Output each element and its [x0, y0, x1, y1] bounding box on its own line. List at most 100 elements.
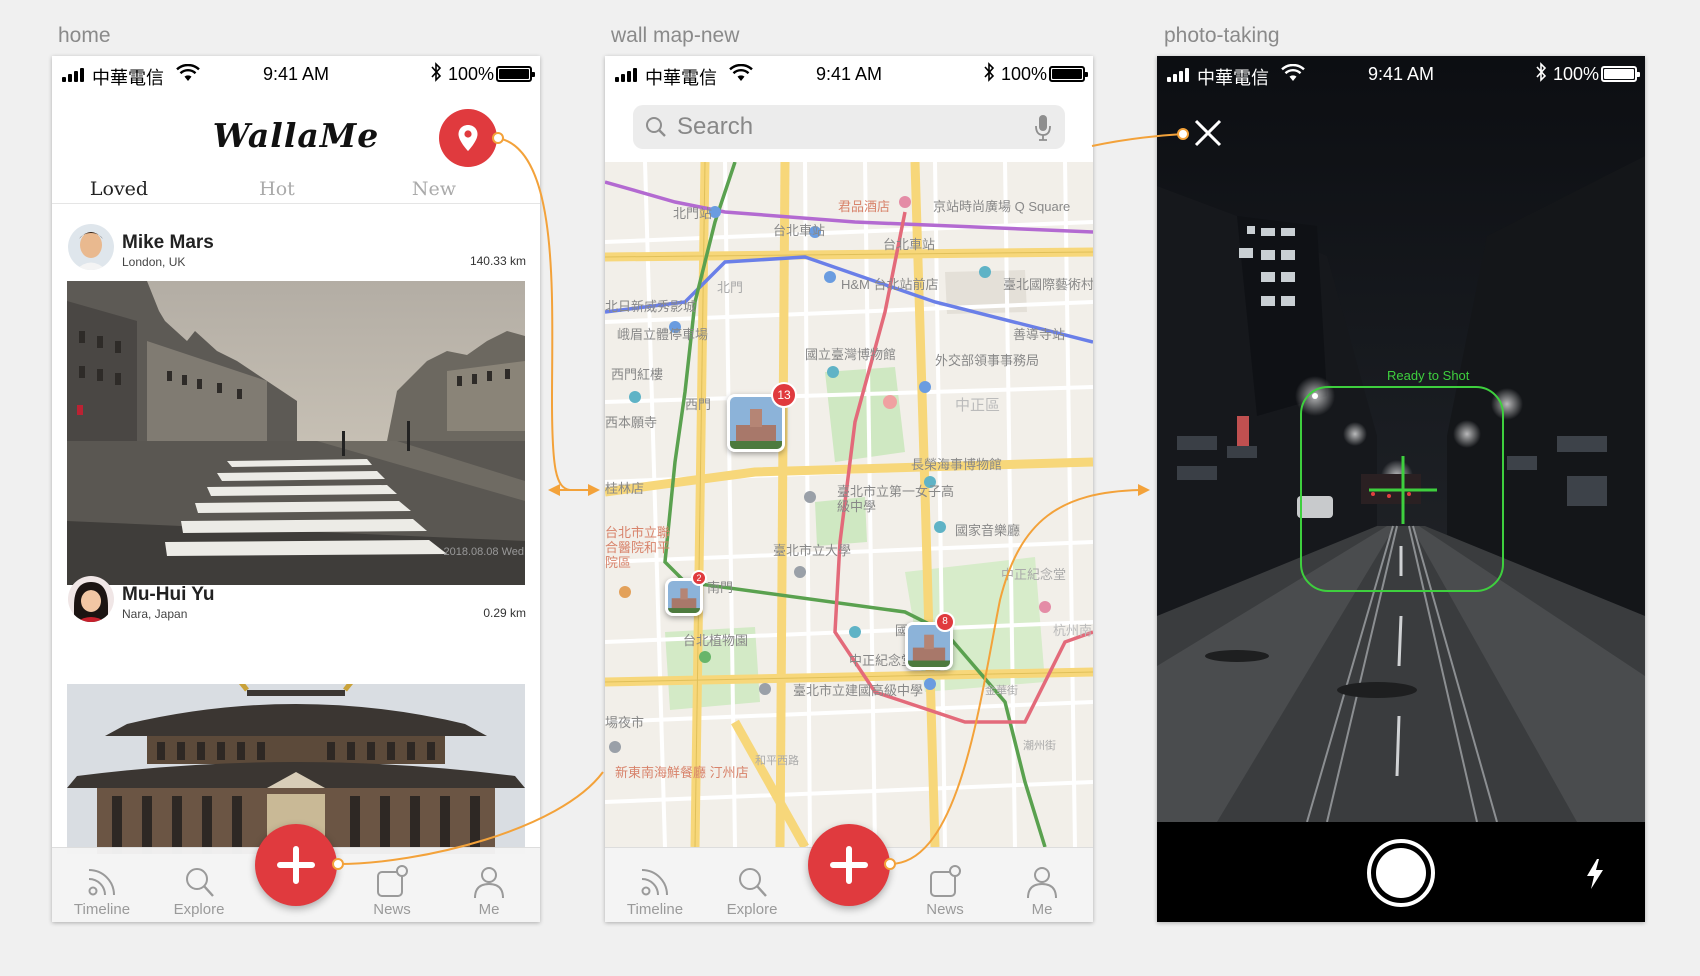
post-date: 2018.08.08 Wed	[443, 546, 524, 558]
map-label: 臺北國際藝術村	[1003, 277, 1093, 292]
map-label: 長榮海事博物館	[911, 457, 1003, 472]
map-label: 臺北市立建國高級中學	[793, 683, 924, 698]
user-location: London, UK	[122, 255, 186, 269]
tab-timeline[interactable]: Timeline	[615, 865, 695, 918]
tab-label: News	[373, 901, 411, 918]
artboard-label-home: home	[58, 24, 111, 47]
tab-news[interactable]: News	[352, 865, 432, 918]
tab-label: Me	[1031, 901, 1053, 918]
shutter-button[interactable]	[1367, 839, 1435, 907]
crosshair-icon	[1369, 456, 1437, 524]
tab-explore[interactable]: Explore	[159, 865, 239, 918]
map-label: 台北植物園	[683, 633, 749, 648]
tab-label: Timeline	[626, 901, 684, 918]
timeline-icon	[641, 869, 668, 896]
map-label: 臺北市立大學	[773, 543, 852, 558]
map-label: 國立臺灣博物館	[805, 347, 897, 362]
map-label: 桂林店	[605, 481, 645, 496]
map-label: 杭州南路	[1053, 623, 1093, 638]
search-icon	[646, 117, 666, 137]
wall-map-screen: 中華電信 9:41 AM 100% Search 北門站 君品酒店 京站時尚廣場…	[605, 56, 1093, 922]
map-label: 峨眉立體停車場	[617, 327, 709, 342]
map-label: 場夜市	[605, 715, 645, 730]
tab-new[interactable]: New	[354, 178, 514, 200]
feed-tabs: Loved Hot New	[52, 172, 540, 204]
map-label: 中正區	[955, 397, 1001, 414]
map-label: H&M 台北站前店	[841, 277, 939, 292]
bluetooth-icon	[1536, 62, 1547, 82]
tab-me[interactable]: Me	[1002, 865, 1082, 918]
timeline-icon	[88, 869, 115, 896]
flash-icon[interactable]	[1585, 858, 1605, 890]
cluster-count-badge: 8	[935, 612, 955, 632]
bluetooth-icon	[431, 62, 442, 82]
post-photo-paris[interactable]	[67, 281, 525, 585]
home-screen: 中華電信 9:41 AM 100% WallaMe Loved Hot New …	[52, 56, 540, 922]
user-name[interactable]: Mu-Hui Yu	[122, 584, 215, 606]
avatar[interactable]	[68, 576, 114, 622]
microphone-icon[interactable]	[1035, 114, 1051, 142]
post-header[interactable]: Mu-Hui Yu Nara, Japan 0.29 km	[68, 576, 526, 628]
map-view[interactable]: 北門站 君品酒店 京站時尚廣場 Q Square 台北車站 台北車站 H&M 台…	[605, 162, 1093, 847]
person-icon	[1027, 867, 1057, 899]
user-name[interactable]: Mike Mars	[122, 232, 214, 254]
search-bar	[633, 105, 1065, 149]
map-label: 潮州街	[1023, 740, 1056, 752]
search-icon	[186, 868, 214, 897]
shutter-icon	[1376, 848, 1426, 898]
distance-label: 140.33 km	[469, 254, 526, 268]
map-label: 外交部領事事務局	[935, 353, 1040, 368]
battery-icon	[496, 66, 535, 82]
tab-label: Explore	[173, 901, 225, 918]
tab-loved[interactable]: Loved	[52, 178, 199, 200]
search-icon	[739, 868, 767, 897]
tab-timeline[interactable]: Timeline	[62, 865, 142, 918]
bluetooth-icon	[984, 62, 995, 82]
add-post-button[interactable]	[255, 824, 337, 906]
battery-icon	[1601, 66, 1640, 82]
search-input[interactable]	[677, 112, 997, 142]
focus-status-label: Ready to Shot	[1387, 368, 1470, 383]
battery-icon	[1049, 66, 1088, 82]
map-label: 西門紅樓	[611, 367, 664, 382]
location-pin-icon	[458, 125, 478, 151]
map-label: 新東南海鮮餐廳 汀州店	[615, 765, 749, 780]
tab-label: News	[926, 901, 964, 918]
map-label: 北門	[717, 280, 744, 295]
artboard-label-wallmap: wall map-new	[611, 24, 740, 47]
map-button[interactable]	[439, 109, 497, 167]
person-icon	[474, 867, 504, 899]
map-label: 西門	[685, 397, 712, 412]
map-label: 北日新威秀影城	[605, 299, 697, 314]
cluster-count-badge: 2	[691, 570, 707, 586]
map-label: 國家音樂廳	[955, 523, 1021, 538]
map-label: 台北市立聯合醫院和平院區	[605, 525, 671, 570]
tab-label: Explore	[726, 901, 778, 918]
post-header[interactable]: Mike Mars London, UK 140.33 km	[68, 224, 526, 276]
map-label: 臺北市立第一女子高級中學	[837, 484, 955, 514]
photo-taking-screen: 中華電信 9:41 AM 100% Ready to Shot	[1157, 56, 1645, 922]
tab-news[interactable]: News	[905, 865, 985, 918]
battery-percent: 100%	[447, 64, 494, 84]
cluster-count-badge: 13	[771, 382, 797, 408]
close-icon[interactable]	[1193, 118, 1223, 148]
tab-label: Me	[478, 901, 500, 918]
status-bar: 中華電信 9:41 AM 100%	[1157, 56, 1645, 92]
user-location: Nara, Japan	[122, 607, 188, 621]
battery-percent: 100%	[1552, 64, 1599, 84]
add-post-button[interactable]	[808, 824, 890, 906]
news-icon	[930, 865, 961, 897]
camera-controls	[1157, 822, 1645, 922]
status-bar: 中華電信 9:41 AM 100%	[52, 56, 540, 92]
map-label: 台北車站	[883, 237, 936, 252]
tab-explore[interactable]: Explore	[712, 865, 792, 918]
map-label: 南門	[707, 580, 734, 595]
map-label: 君品酒店	[838, 199, 891, 214]
map-label: 台北車站	[773, 223, 826, 238]
map-label: 京站時尚廣場 Q Square	[933, 199, 1071, 214]
tab-me[interactable]: Me	[449, 865, 529, 918]
avatar[interactable]	[68, 224, 114, 270]
tab-hot[interactable]: Hot	[197, 178, 357, 200]
plus-icon	[277, 846, 315, 884]
distance-label: 0.29 km	[483, 606, 526, 620]
